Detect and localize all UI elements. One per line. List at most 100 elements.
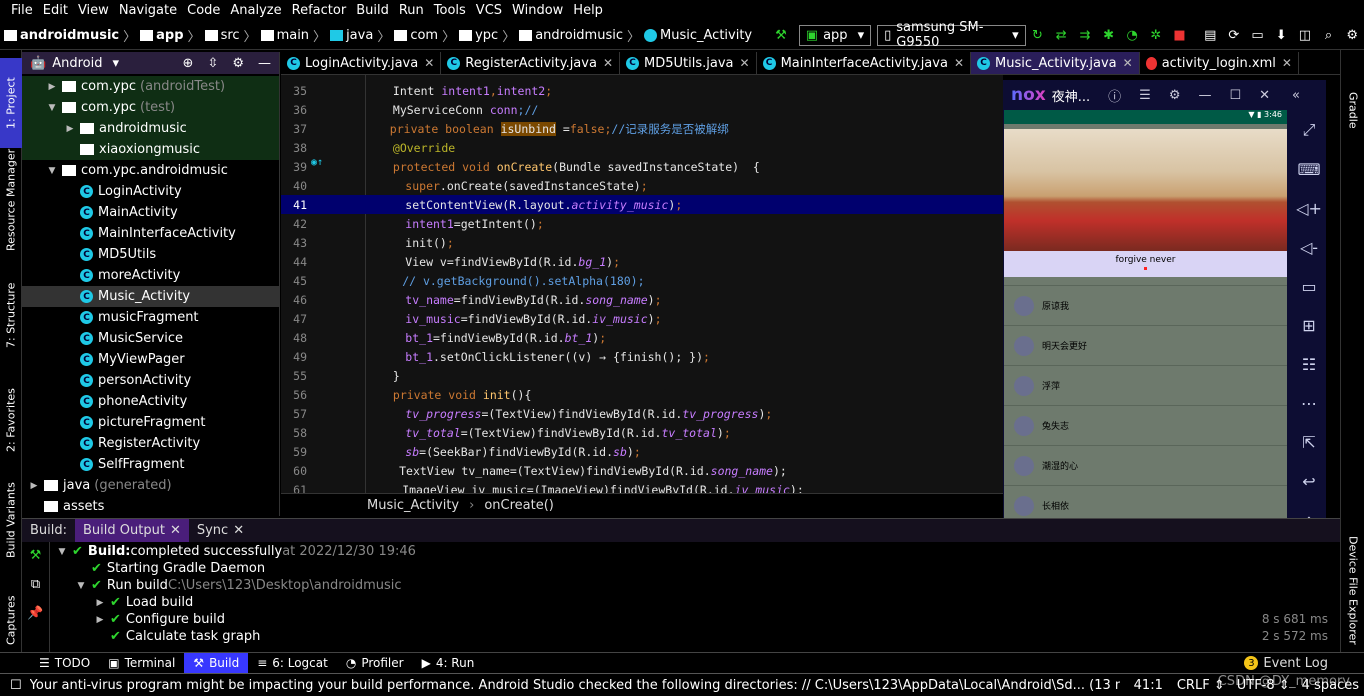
menu-file[interactable]: File [6,3,38,18]
tree-item[interactable]: CpersonActivity [22,370,279,391]
menu-code[interactable]: Code [182,3,225,18]
breadcrumb-item[interactable]: java 〉 [330,26,390,45]
gear-icon[interactable]: ⚙ [232,56,244,71]
left-tab-3[interactable]: 2: Favorites [0,380,22,460]
close-icon[interactable]: ✕ [424,56,434,70]
tree-item[interactable]: xiaoxiongmusic [22,139,279,160]
crumb-class[interactable]: Music_Activity [367,498,459,513]
debug-icon[interactable]: ✱ [1102,27,1116,43]
expand-arrow-icon[interactable]: ▼ [46,103,58,113]
breadcrumb-item[interactable]: ypc 〉 [459,26,515,45]
attach-debugger-icon[interactable]: ✲ [1149,27,1163,43]
settings-icon[interactable]: ⚙ [1345,27,1359,43]
left-tab-2[interactable]: 7: Structure [0,280,22,350]
avd-manager-icon[interactable]: ▭ [1251,27,1265,43]
hammer-icon[interactable]: ⚒ [774,27,788,43]
tree-item[interactable]: C MD5Utils [22,244,279,265]
menu-analyze[interactable]: Analyze [225,3,286,18]
editor-tab[interactable]: C RegisterActivity.java ✕ [441,52,621,74]
tool-tab[interactable]: ≡ 6: Logcat [248,653,337,674]
more-icon[interactable]: ⋯ [1301,394,1317,413]
status-message[interactable]: Your anti-virus program might be impacti… [30,678,1120,693]
tree-item[interactable]: C Music_Activity [22,286,279,307]
editor-tab[interactable]: C LoginActivity.java ✕ [281,52,442,74]
chevron-down-icon[interactable]: ▾ [112,56,119,71]
hammer-icon[interactable]: ⚒ [22,548,49,563]
breadcrumb-item[interactable]: com 〉 [394,26,455,45]
maximize-icon[interactable]: ☐ [1229,88,1241,103]
tree-item[interactable]: CmusicFragment [22,307,279,328]
tool-tab[interactable]: ▶ 4: Run [413,653,484,674]
expand-arrow-icon[interactable]: ▶ [94,615,106,625]
stop-icon[interactable]: ■ [1173,27,1187,43]
menu-tools[interactable]: Tools [429,3,471,18]
caret-position[interactable]: 41:1 [1134,678,1163,693]
code-editor[interactable]: 35 Intent intent1, intent2; 36 MyServiceConn… [281,75,1003,493]
breadcrumb-item[interactable]: src 〉 [204,26,257,45]
menu-edit[interactable]: Edit [38,3,73,18]
locate-icon[interactable]: ⊕ [183,56,194,71]
song-item[interactable]: 兔失志 [1004,405,1287,445]
close-icon[interactable]: ✕ [740,56,750,70]
song-item[interactable]: 明天会更好 [1004,325,1287,365]
panel-toggle-icon[interactable]: ☐ [10,678,22,693]
tree-item[interactable]: C MusicService [22,328,279,349]
tool-tab[interactable]: ▣ Terminal [99,653,184,674]
expand-arrow-icon[interactable]: ▶ [94,598,106,608]
tree-item[interactable]: CmoreActivity [22,265,279,286]
close-icon[interactable]: ✕ [170,523,181,538]
project-structure-icon[interactable]: ▤ [1203,27,1217,43]
collapse-sidebar-icon[interactable]: « [1292,88,1300,103]
build-tree-item[interactable]: ▶ ✔ Configure build [94,611,225,628]
build-tree-item[interactable]: ✔ Starting Gradle Daemon [75,560,265,577]
toggle-view-icon[interactable]: ⧉ [22,577,49,592]
close-icon[interactable]: ✕ [1259,88,1270,103]
breadcrumb-item[interactable]: androidmusic 〉 [4,26,136,45]
menu-view[interactable]: View [73,3,114,18]
tree-item[interactable]: C SelfFragment [22,454,279,475]
breadcrumb-item[interactable]: main 〉 [260,26,326,45]
minimize-icon[interactable]: — [1198,88,1211,103]
song-item[interactable]: 潮湿的心 [1004,445,1287,485]
pin-icon[interactable]: 📌 [22,606,49,621]
crumb-method[interactable]: onCreate() [484,498,554,513]
multi-instance-icon[interactable]: ☷ [1302,355,1316,374]
search-icon[interactable]: ⌕ [1322,27,1336,43]
left-tab-0[interactable]: 1: Project [0,58,22,148]
tree-item[interactable]: ▶ java (generated) [22,475,279,496]
help-icon[interactable]: ⓘ [1108,86,1121,105]
tree-item[interactable]: C LoginActivity [22,181,279,202]
menu-run[interactable]: Run [394,3,429,18]
left-tab-4[interactable]: Build Variants [0,480,22,560]
left-tab-5[interactable]: Captures [0,590,22,650]
menu-help[interactable]: Help [568,3,608,18]
close-icon[interactable]: ✕ [233,523,244,538]
tree-item[interactable]: C MainActivity [22,202,279,223]
close-icon[interactable]: ✕ [954,56,964,70]
menu-icon[interactable]: ☰ [1139,88,1151,103]
tree-item[interactable]: C MainInterfaceActivity [22,223,279,244]
close-icon[interactable]: ✕ [603,56,613,70]
left-tab-1[interactable]: Resource Manager [0,145,22,255]
breadcrumb-item[interactable]: app 〉 [140,26,201,45]
menu-build[interactable]: Build [351,3,394,18]
volume-up-icon[interactable]: ◁+ [1296,199,1322,218]
menu-refactor[interactable]: Refactor [287,3,352,18]
menu-window[interactable]: Window [507,3,568,18]
device-select[interactable]: ▯ samsung SM-G9550 ▾ [877,20,1026,50]
menu-vcs[interactable]: VCS [471,3,507,18]
right-tab-0[interactable]: Gradle [1341,80,1364,140]
song-item[interactable]: 浮萍 [1004,365,1287,405]
expand-arrow-icon[interactable]: ▼ [75,581,87,591]
build-tree-item[interactable]: ▶ ✔ Load build [94,594,194,611]
tree-item[interactable]: ▶ androidmusic [22,118,279,139]
override-gutter-icon[interactable]: ◉↑ [311,157,323,168]
tree-item[interactable]: CpictureFragment [22,412,279,433]
run-config-select[interactable]: ▣ app ▾ [798,24,872,46]
expand-arrow-icon[interactable]: ▶ [28,481,40,491]
share-icon[interactable]: ⇱ [1302,433,1315,452]
tab-sync[interactable]: Sync ✕ [189,519,252,542]
build-tree-item[interactable]: ▼ ✔ Run build C:\Users\123\Desktop\android… [75,577,402,594]
now-playing-bar[interactable]: forgive never [1004,251,1287,277]
breadcrumb-item[interactable]: Music_Activity [644,26,752,45]
